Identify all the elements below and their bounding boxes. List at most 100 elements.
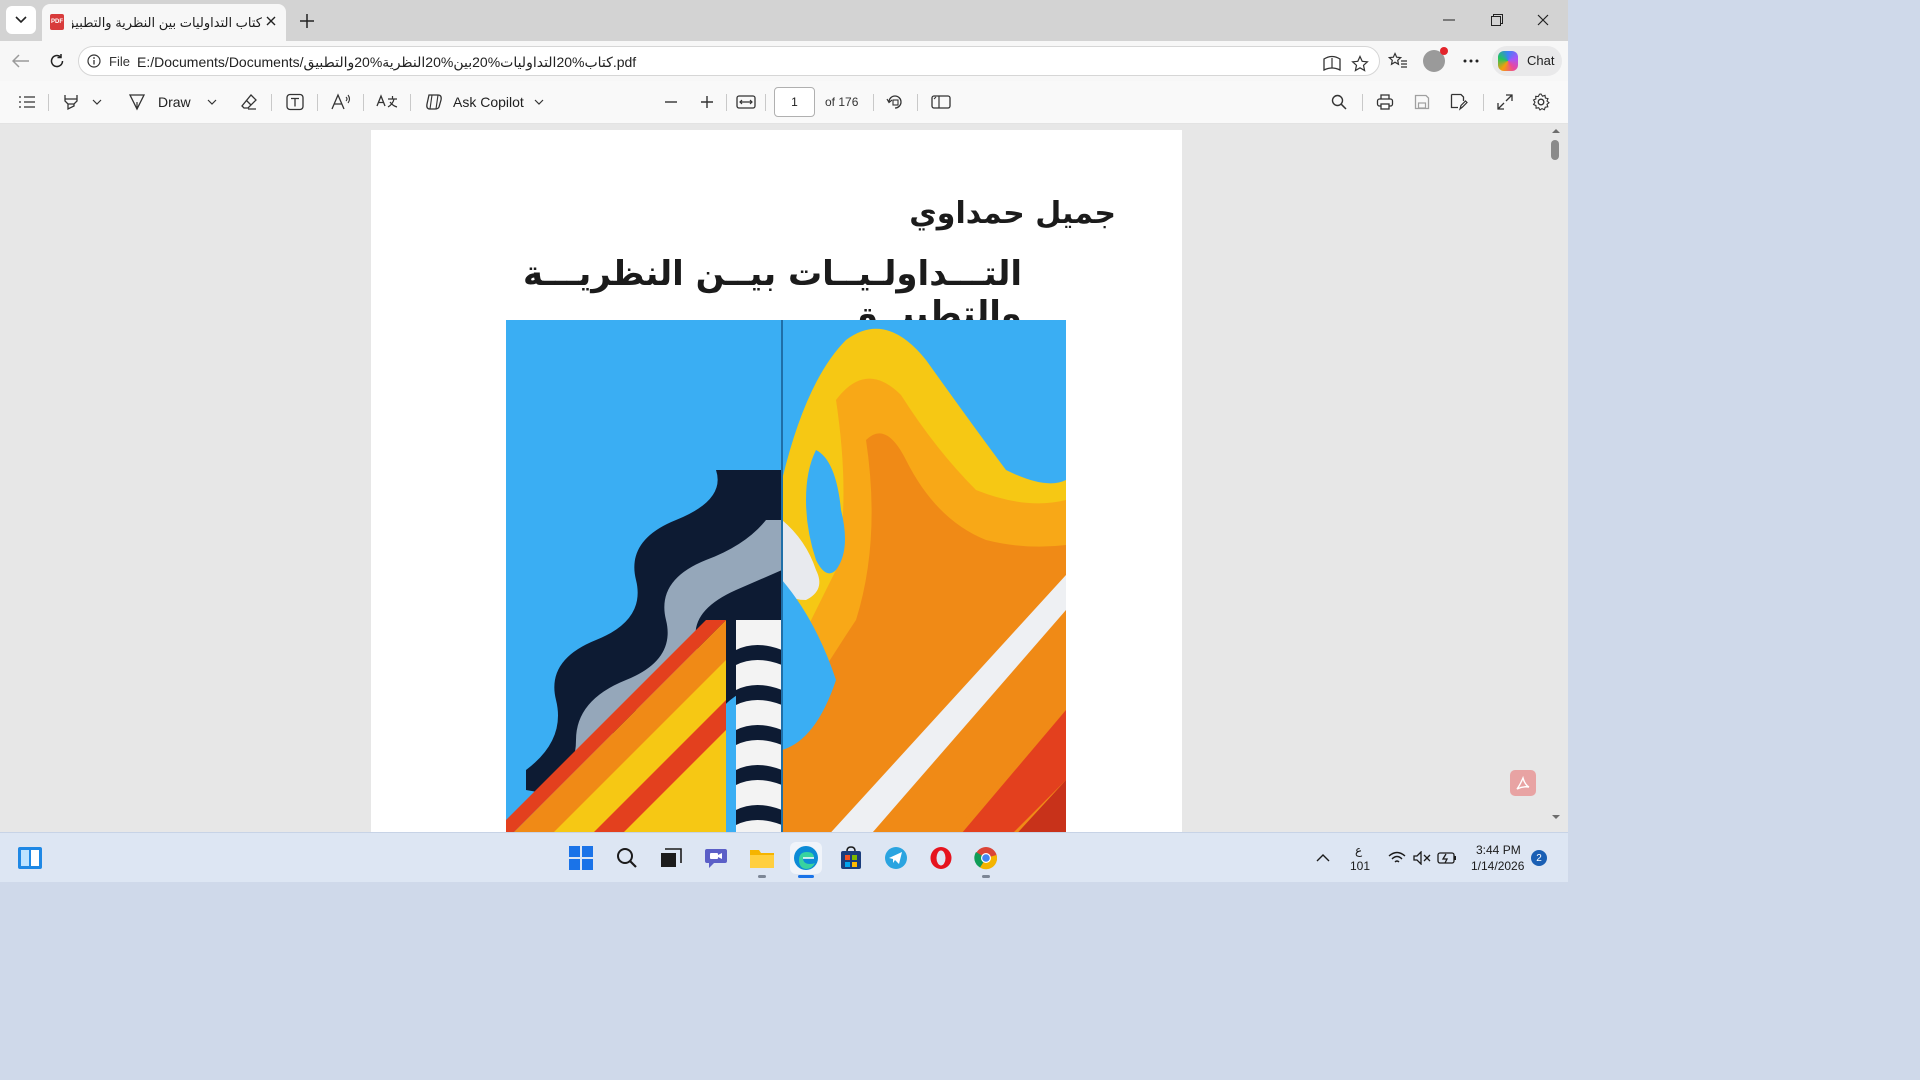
wifi-status[interactable] (1385, 842, 1409, 874)
clock-time[interactable]: 3:44 PM (1476, 843, 1521, 857)
back-button[interactable] (6, 47, 36, 75)
star-icon (1351, 55, 1369, 72)
pdf-viewer[interactable]: جميل حمداوي التـــداولـيــات بيــن النظر… (0, 124, 1568, 832)
widgets-button[interactable] (14, 842, 46, 874)
minimize-button[interactable] (1426, 5, 1472, 35)
document-author: جميل حمداوي (909, 196, 1116, 231)
cover-illustration (506, 320, 1066, 832)
draw-label: Draw (158, 94, 191, 110)
text-box-icon (286, 93, 304, 111)
toolbar-divider (410, 94, 411, 111)
add-text-button[interactable] (284, 90, 306, 114)
tab-title: كتاب التداوليات بين النظرية والتطبيق (72, 15, 262, 30)
teams-app[interactable] (700, 842, 732, 874)
immersive-reader-button[interactable] (1321, 53, 1343, 75)
toolbar-divider (726, 94, 727, 111)
draw-dropdown[interactable] (204, 90, 220, 114)
zoom-in-button[interactable] (696, 90, 718, 114)
restore-button[interactable] (1474, 5, 1520, 35)
new-tab-button[interactable] (293, 7, 321, 35)
store-app[interactable] (835, 842, 867, 874)
scroll-down-arrow-icon[interactable] (1551, 812, 1561, 822)
scrollbar-thumb[interactable] (1551, 140, 1559, 160)
url-text[interactable]: E:/Documents/Documents/كتاب%20التداوليات… (137, 54, 636, 71)
print-icon (1376, 94, 1394, 110)
pdf-file-icon: PDF (50, 14, 64, 30)
chrome-app[interactable] (970, 842, 1002, 878)
fullscreen-button[interactable] (1494, 90, 1516, 114)
volume-status[interactable] (1410, 842, 1434, 874)
favorite-star-button[interactable] (1349, 53, 1371, 75)
rotate-button[interactable] (884, 90, 906, 114)
contents-button[interactable] (16, 90, 38, 114)
fit-to-width-button[interactable] (734, 90, 758, 114)
edge-app[interactable] (790, 842, 822, 878)
close-icon (1537, 14, 1549, 26)
tab-strip: PDF كتاب التداوليات بين النظرية والتطبيق (0, 0, 1568, 41)
read-aloud-button[interactable] (330, 90, 352, 114)
refresh-button[interactable] (42, 47, 72, 75)
battery-charging-icon (1437, 852, 1456, 864)
wifi-icon (1388, 851, 1406, 863)
close-window-button[interactable] (1520, 5, 1566, 35)
save-as-button[interactable] (1448, 90, 1470, 114)
file-explorer-app[interactable] (746, 842, 778, 878)
folder-icon (750, 850, 774, 868)
table-of-contents-icon (19, 96, 35, 108)
read-aloud-icon (1323, 55, 1341, 72)
favorites-button[interactable] (1387, 50, 1409, 72)
volume-muted-icon (1413, 851, 1431, 865)
highlight-button[interactable] (60, 90, 82, 114)
vertical-scrollbar[interactable] (1548, 124, 1564, 832)
chrome-logo-icon (974, 847, 998, 870)
settings-button[interactable] (1530, 90, 1552, 114)
battery-status[interactable] (1435, 842, 1459, 874)
browser-tab[interactable]: PDF كتاب التداوليات بين النظرية والتطبيق (42, 4, 286, 41)
highlight-dropdown[interactable] (89, 90, 105, 114)
tab-close-button[interactable] (264, 13, 278, 29)
edge-logo-icon (794, 846, 818, 870)
toolbar-divider (1362, 94, 1363, 111)
print-button[interactable] (1374, 90, 1396, 114)
input-language-indicator[interactable]: ع (1355, 843, 1362, 857)
show-hidden-icons-button[interactable] (1308, 842, 1338, 874)
save-button[interactable] (1411, 90, 1433, 114)
start-button[interactable] (565, 842, 597, 874)
teams-chat-icon (705, 849, 727, 868)
taskbar: ع 101 3:44 PM 1/14/2026 2 (0, 832, 1568, 882)
chevron-down-icon (92, 99, 102, 105)
refresh-icon (50, 54, 64, 68)
acrobat-logo-icon (1516, 775, 1530, 790)
translate-icon (376, 94, 398, 108)
translate-button[interactable] (375, 90, 399, 114)
draw-button[interactable]: Draw (128, 90, 198, 114)
profile-avatar[interactable] (1423, 47, 1448, 72)
page-number-input[interactable]: 1 (774, 87, 815, 117)
telegram-app[interactable] (880, 842, 912, 874)
acrobat-icon[interactable] (1510, 770, 1536, 796)
info-icon[interactable] (87, 54, 101, 68)
clock-date[interactable]: 1/14/2026 (1471, 859, 1524, 873)
task-view-button[interactable] (655, 842, 687, 874)
ask-copilot-button[interactable]: Ask Copilot (424, 90, 548, 114)
tab-list-button[interactable] (6, 6, 36, 34)
minimize-icon (1443, 19, 1455, 21)
notification-badge[interactable]: 2 (1531, 850, 1547, 866)
erase-button[interactable] (238, 90, 260, 114)
zoom-out-button[interactable] (660, 90, 682, 114)
scroll-up-arrow-icon[interactable] (1551, 126, 1561, 136)
search-taskbar-button[interactable] (611, 842, 643, 874)
restore-icon (1491, 14, 1503, 26)
copilot-chat-button[interactable]: Chat (1492, 46, 1562, 76)
more-horizontal-icon (1463, 59, 1479, 63)
find-button[interactable] (1328, 90, 1350, 114)
address-bar[interactable]: File E:/Documents/Documents/كتاب%20التدا… (78, 46, 1380, 76)
running-indicator (982, 875, 990, 878)
page-view-button[interactable] (930, 90, 952, 114)
ask-copilot-label: Ask Copilot (453, 94, 524, 110)
toolbar-divider (917, 94, 918, 111)
opera-app[interactable] (925, 842, 957, 874)
chevron-up-icon (1316, 854, 1330, 862)
toolbar-divider (363, 94, 364, 111)
more-options-button[interactable] (1460, 50, 1482, 72)
